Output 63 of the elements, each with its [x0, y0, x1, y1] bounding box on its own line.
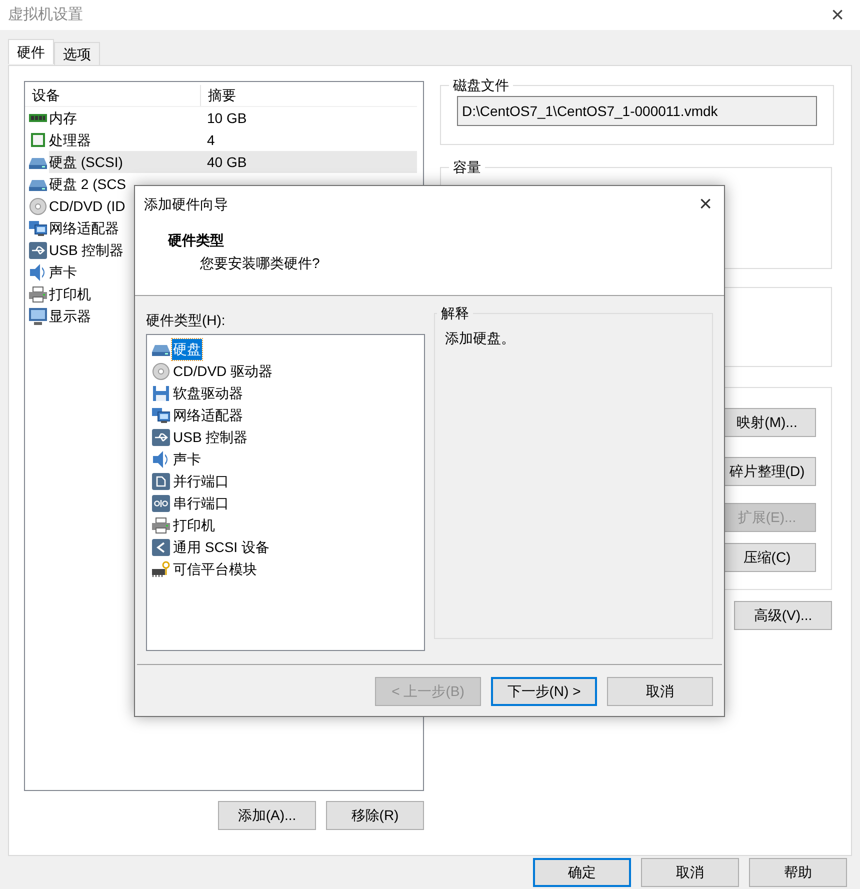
- wizard-heading: 硬件类型: [168, 231, 225, 250]
- group-title: 解释: [440, 304, 470, 323]
- printer-icon: [29, 286, 47, 302]
- window-title: 虚拟机设置: [8, 4, 83, 25]
- list-label: 硬件类型(H):: [146, 311, 226, 330]
- dialog-button[interactable]: 取消: [641, 858, 739, 887]
- disk-file-field[interactable]: D:\CentOS7_1\CentOS7_1-000011.vmdk: [457, 96, 817, 126]
- dialog-button[interactable]: 确定: [533, 858, 631, 887]
- hardware-type-item[interactable]: 打印机: [172, 514, 216, 536]
- printer-icon: [152, 516, 170, 534]
- tab[interactable]: 选项: [54, 42, 100, 65]
- hardware-type-item[interactable]: 可信平台模块: [172, 558, 258, 580]
- close-button[interactable]: ×: [831, 4, 844, 26]
- wizard-button[interactable]: 下一步(N) >: [491, 677, 597, 706]
- network-computers-icon: [29, 220, 47, 236]
- device-row[interactable]: 处理器 4: [49, 129, 417, 151]
- wizard-title: 添加硬件向导: [144, 194, 228, 214]
- device-button[interactable]: 添加(A)...: [218, 801, 316, 830]
- speaker-icon: [152, 450, 170, 468]
- hardware-type-item[interactable]: 并行端口: [172, 470, 230, 492]
- network-computers-icon: [152, 406, 170, 424]
- connector-icon: [152, 538, 170, 556]
- chip-with-key-icon: [152, 560, 170, 578]
- hardware-type-item[interactable]: 软盘驱动器: [172, 382, 244, 404]
- usb-icon: [29, 242, 47, 258]
- dialog-button[interactable]: 帮助: [749, 858, 847, 887]
- hardware-type-item[interactable]: CD/DVD 驱动器: [172, 360, 274, 382]
- port-icon: [152, 494, 170, 512]
- device-name: 内存: [49, 108, 77, 128]
- hardware-type-item[interactable]: USB 控制器: [172, 426, 249, 448]
- device-name: 处理器: [49, 130, 91, 150]
- device-summary: 40 GB: [207, 152, 247, 172]
- disc-icon: [152, 362, 170, 380]
- device-row[interactable]: 内存 10 GB: [49, 107, 417, 129]
- group-title: 磁盘文件: [452, 76, 510, 95]
- device-name: 硬盘 2 (SCS: [49, 174, 126, 194]
- chip-icon: [29, 132, 47, 148]
- device-row[interactable]: 硬盘 (SCSI) 40 GB: [49, 151, 417, 173]
- disc-icon: [29, 198, 47, 214]
- wizard-button[interactable]: 取消: [607, 677, 713, 706]
- device-summary: 4: [207, 130, 215, 150]
- group-title: 容量: [452, 158, 482, 177]
- close-button[interactable]: ×: [699, 193, 712, 215]
- hardware-type-item[interactable]: 串行端口: [172, 492, 230, 514]
- device-name: 网络适配器: [49, 218, 119, 238]
- port-icon: [152, 472, 170, 490]
- device-name: 硬盘 (SCSI): [49, 152, 123, 172]
- device-name: 打印机: [49, 284, 91, 304]
- explanation-text: 添加硬盘。: [445, 329, 516, 348]
- column-header: 设备: [25, 85, 201, 106]
- speaker-icon: [29, 264, 47, 280]
- wizard-subheading: 您要安装哪类硬件?: [200, 254, 321, 273]
- hardware-type-item[interactable]: 网络适配器: [172, 404, 244, 426]
- device-button[interactable]: 移除(R): [326, 801, 424, 830]
- hardware-type-item[interactable]: 通用 SCSI 设备: [172, 536, 270, 558]
- usb-icon: [152, 428, 170, 446]
- hardware-type-item[interactable]: 硬盘: [172, 338, 202, 360]
- tab[interactable]: 硬件: [8, 39, 54, 64]
- column-header: 摘要: [207, 86, 236, 105]
- monitor-icon: [29, 308, 47, 324]
- hardware-type-item[interactable]: 声卡: [172, 448, 202, 470]
- advanced-button[interactable]: 高级(V)...: [734, 601, 832, 630]
- device-summary: 10 GB: [207, 108, 247, 128]
